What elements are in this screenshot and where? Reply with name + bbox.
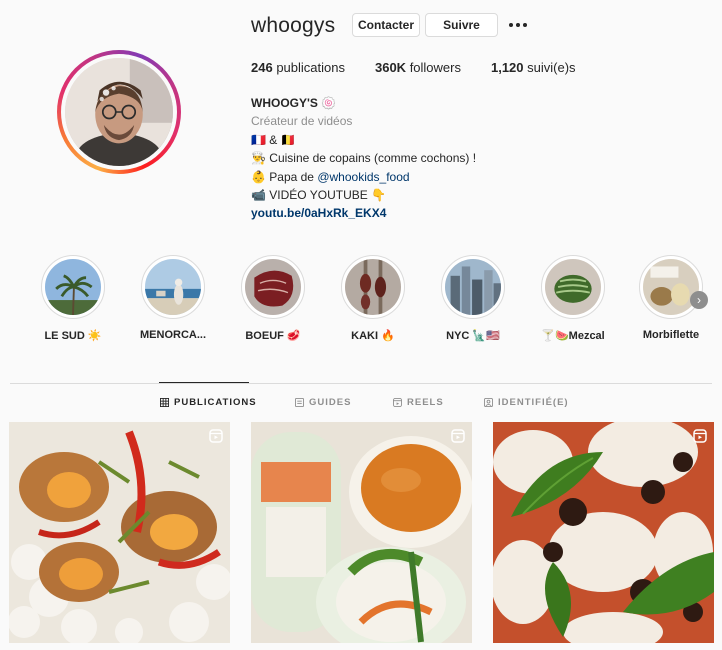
- highlight-ring: [41, 255, 105, 319]
- highlight-nyc[interactable]: NYC 🗽🇺🇸: [427, 255, 519, 342]
- story-highlights: LE SUD ☀️ MENORCA... BOEUF 🥩 KAKI 🔥 NYC …: [0, 255, 722, 345]
- reel-icon: [209, 429, 223, 443]
- post-image-spring-rolls: [251, 422, 472, 643]
- bio-external-link[interactable]: youtu.be/0aHxRk_EKX4: [251, 204, 476, 222]
- following-count-label: suivi(e)s: [527, 60, 576, 75]
- posts-count-label: publications: [276, 60, 345, 75]
- tab-label: REELS: [407, 397, 444, 408]
- highlight-cover: [45, 259, 101, 315]
- post-tile-1[interactable]: [9, 422, 230, 643]
- highlight-mezcal[interactable]: 🍸🍉Mezcal: [527, 255, 619, 342]
- highlight-kaki[interactable]: KAKI 🔥: [327, 255, 419, 342]
- tab-label: PUBLICATIONS: [174, 397, 257, 408]
- post-tile-3[interactable]: [493, 422, 714, 643]
- bio-category: Créateur de vidéos: [251, 114, 353, 129]
- highlight-label: BOEUF 🥩: [245, 330, 301, 342]
- highlight-cover: [545, 259, 601, 315]
- bio-line-flags: 🇫🇷 & 🇧🇪: [251, 132, 296, 147]
- bio-line-papa: 👶 Papa de @whookids_food: [251, 168, 476, 186]
- tagged-icon: [484, 398, 493, 407]
- guides-icon: [295, 398, 304, 407]
- avatar-border: [61, 54, 177, 170]
- bio-papa-prefix: 👶 Papa de: [251, 169, 318, 184]
- highlight-ring: [639, 255, 703, 319]
- reel-icon: [451, 429, 465, 443]
- active-tab-indicator: [159, 382, 249, 383]
- tab-guides[interactable]: GUIDES: [295, 397, 351, 408]
- tab-publications[interactable]: PUBLICATIONS: [160, 397, 257, 408]
- highlight-menorca[interactable]: MENORCA...: [127, 255, 219, 341]
- bio-handle-link[interactable]: @whookids_food: [317, 170, 409, 184]
- highlight-label: MENORCA...: [140, 329, 206, 341]
- highlight-ring: [541, 255, 605, 319]
- highlight-ring: [141, 255, 205, 319]
- highlight-label: NYC 🗽🇺🇸: [446, 330, 500, 342]
- contact-button[interactable]: Contacter: [352, 13, 420, 37]
- posts-count: 246 publications: [251, 60, 345, 75]
- tab-label: GUIDES: [309, 397, 352, 408]
- tabs-divider: [10, 383, 712, 384]
- post-image-pizza: [493, 422, 714, 643]
- highlight-ring: [341, 255, 405, 319]
- highlight-ring: [441, 255, 505, 319]
- reels-icon: [393, 398, 402, 407]
- following-count[interactable]: 1,120 suivi(e)s: [491, 60, 576, 75]
- highlight-ring: [241, 255, 305, 319]
- followers-count[interactable]: 360K followers: [375, 60, 461, 75]
- highlight-le-sud[interactable]: LE SUD ☀️: [27, 255, 119, 342]
- highlight-cover: [643, 259, 699, 315]
- highlight-label: 🍸🍉Mezcal: [541, 330, 605, 342]
- bio-line-cuisine: 👨‍🍳 Cuisine de copains (comme cochons) !: [251, 151, 477, 166]
- more-options-icon[interactable]: [507, 17, 529, 33]
- follow-button[interactable]: Suivre: [425, 13, 498, 37]
- bio-name: WHOOGY'S 🍥: [251, 96, 337, 110]
- bio-line-youtube: 📹 VIDÉO YOUTUBE 👇: [251, 188, 387, 203]
- highlight-cover: [145, 259, 201, 315]
- highlight-cover: [345, 259, 401, 315]
- tab-label: IDENTIFIÉ(E): [498, 397, 569, 408]
- post-tile-2[interactable]: [251, 422, 472, 643]
- reel-icon: [693, 429, 707, 443]
- following-count-value: 1,120: [490, 60, 524, 75]
- highlight-label: LE SUD ☀️: [44, 330, 102, 342]
- tab-tagged[interactable]: IDENTIFIÉ(E): [484, 397, 569, 408]
- grid-icon: [160, 398, 169, 407]
- posts-count-value: 246: [251, 60, 273, 75]
- followers-count-label: followers: [409, 60, 461, 75]
- highlight-boeuf[interactable]: BOEUF 🥩: [227, 255, 319, 342]
- highlight-cover: [445, 259, 501, 315]
- followers-count-value: 360K: [374, 60, 407, 75]
- profile-username: whoogys: [251, 14, 336, 37]
- avatar[interactable]: [65, 58, 173, 166]
- highlight-label: Morbiflette: [642, 329, 700, 341]
- avatar-portrait: [65, 58, 173, 166]
- highlight-label: KAKI 🔥: [351, 330, 395, 342]
- post-image-eggs: [9, 422, 230, 643]
- highlight-cover: [245, 259, 301, 315]
- tab-reels[interactable]: REELS: [393, 397, 444, 408]
- profile-avatar-ring[interactable]: [57, 50, 181, 174]
- profile-stats: 246 publications 360K followers 1,120 su…: [251, 60, 606, 75]
- chevron-right-icon[interactable]: ›: [690, 291, 708, 309]
- profile-bio: WHOOGY'S 🍥 Créateur de vidéos 🇫🇷 & 🇧🇪 👨‍…: [251, 94, 476, 223]
